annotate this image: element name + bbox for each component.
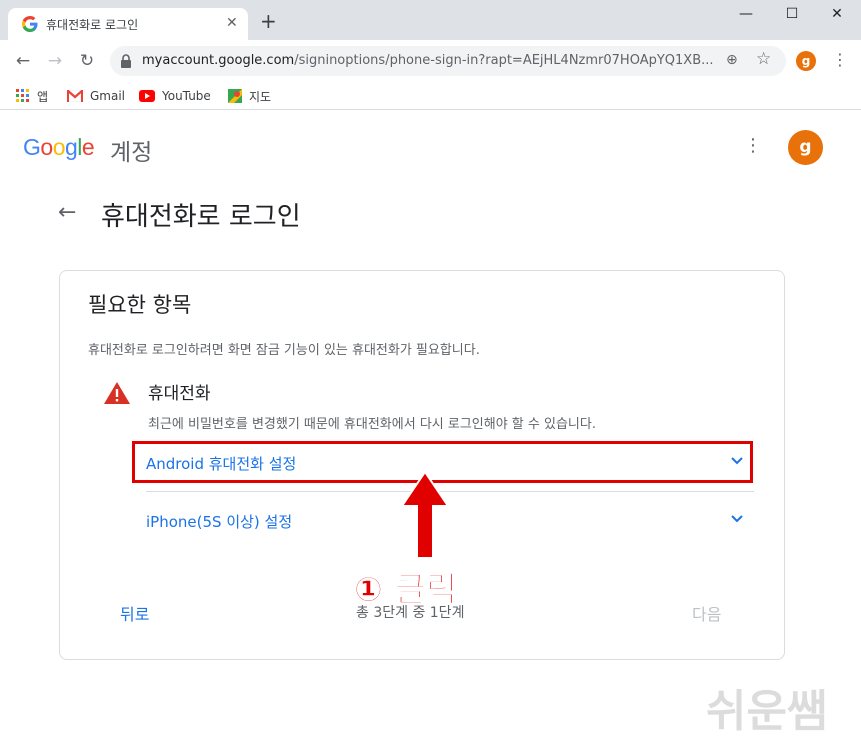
requirement-description: 최근에 비밀번호를 변경했기 때문에 휴대전화에서 다시 로그인해야 할 수 있…: [148, 417, 596, 432]
apps-grid-icon: [16, 89, 29, 102]
minimize-icon[interactable]: —: [734, 6, 758, 26]
bookmark-apps[interactable]: 앱: [16, 86, 48, 106]
maximize-icon[interactable]: ☐: [780, 6, 804, 26]
option-divider: [146, 491, 754, 492]
browser-menu-icon[interactable]: ⋮: [832, 50, 848, 70]
watermark: 쉬운쌤: [706, 686, 828, 737]
browser-tab[interactable]: 휴대전화로 로그인 ✕: [8, 8, 248, 40]
bookmark-label: 지도: [249, 89, 272, 104]
bookmark-label: 앱: [37, 89, 49, 104]
card-heading: 필요한 항목: [88, 293, 192, 317]
zoom-icon[interactable]: ⊕: [726, 52, 738, 68]
gmail-icon: [67, 90, 83, 102]
more-options-icon[interactable]: ⋮: [744, 135, 762, 156]
bookmark-youtube[interactable]: YouTube: [139, 86, 211, 106]
card-description: 휴대전화로 로그인하려면 화면 잠금 기능이 있는 휴대전화가 필요합니다.: [88, 343, 480, 358]
address-bar[interactable]: myaccount.google.com/signinoptions/phone…: [110, 46, 786, 76]
tab-close-icon[interactable]: ✕: [226, 15, 238, 31]
page-content: Google 계정 ⋮ g ← 휴대전화로 로그인 필요한 항목 휴대전화로 로…: [0, 111, 861, 749]
bookmark-gmail[interactable]: Gmail: [67, 86, 125, 106]
lock-icon: [121, 54, 131, 68]
chevron-down-icon: [731, 515, 743, 523]
account-label: 계정: [110, 140, 153, 166]
back-nav-icon[interactable]: ←: [12, 50, 34, 72]
url-host: myaccount.google.com: [142, 53, 295, 68]
warning-icon: [104, 382, 130, 404]
reload-icon[interactable]: ↻: [76, 50, 98, 72]
tab-title: 휴대전화로 로그인: [46, 18, 139, 32]
account-avatar[interactable]: g: [788, 130, 823, 165]
page-title: 휴대전화로 로그인: [101, 202, 301, 232]
profile-button[interactable]: g: [796, 51, 816, 71]
browser-toolbar: ← → ↻ myaccount.google.com/signinoptions…: [0, 40, 861, 82]
url-path: /signinoptions/phone-sign-in?rapt=AEjHL4…: [294, 53, 714, 68]
next-button[interactable]: 다음: [692, 601, 721, 625]
annotation-label: ① 클릭: [353, 570, 458, 611]
google-favicon-icon: [22, 16, 38, 32]
requirement-title: 휴대전화: [148, 384, 211, 404]
maps-icon: [228, 89, 242, 103]
bookmark-maps[interactable]: 지도: [228, 86, 271, 106]
google-logo[interactable]: Google: [23, 134, 95, 161]
tab-strip: 휴대전화로 로그인 ✕ + — ☐ ✕: [0, 0, 861, 40]
youtube-icon: [139, 90, 155, 102]
new-tab-icon[interactable]: +: [260, 11, 277, 31]
option-label: iPhone(5S 이상) 설정: [146, 513, 293, 531]
window-close-icon[interactable]: ✕: [825, 6, 849, 26]
bookmark-star-icon[interactable]: ☆: [756, 49, 771, 69]
back-button[interactable]: 뒤로: [120, 601, 149, 625]
forward-nav-icon[interactable]: →: [44, 50, 66, 72]
url-text: myaccount.google.com/signinoptions/phone…: [142, 53, 714, 68]
bookmarks-bar: 앱 Gmail YouTube 지도: [0, 82, 861, 110]
back-arrow-icon[interactable]: ←: [58, 200, 76, 225]
annotation-arrow-icon: [400, 470, 450, 559]
bookmark-label: YouTube: [162, 89, 211, 103]
bookmark-label: Gmail: [90, 89, 126, 103]
